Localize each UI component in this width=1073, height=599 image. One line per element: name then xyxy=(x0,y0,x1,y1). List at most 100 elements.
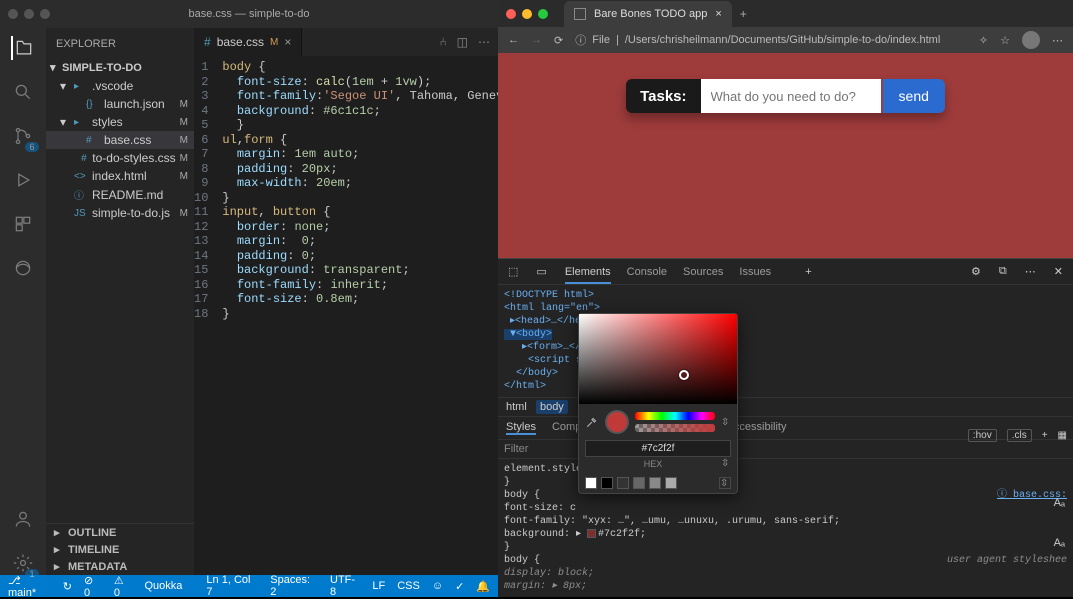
close-tab-icon[interactable]: × xyxy=(715,8,721,20)
chevron-up-down-icon[interactable]: ⇳ xyxy=(719,477,731,489)
run-debug-icon[interactable] xyxy=(11,168,35,192)
cls-toggle[interactable]: .cls xyxy=(1007,429,1032,442)
source-control-icon[interactable]: 6 xyxy=(11,124,35,148)
address-bar[interactable]: ⓘ File | /Users/chrisheilmann/Documents/… xyxy=(575,32,967,48)
prettier-icon[interactable]: ✓ xyxy=(455,580,464,593)
computed-box-icon[interactable]: ▦ xyxy=(1058,430,1067,441)
task-input[interactable] xyxy=(701,79,881,113)
color-mode-label: HEX xyxy=(644,459,663,469)
hex-input[interactable] xyxy=(585,440,731,457)
edge-tools-icon[interactable] xyxy=(11,256,35,280)
more-actions-icon[interactable]: ⋯ xyxy=(478,35,490,49)
profile-avatar[interactable] xyxy=(1022,31,1040,49)
extensions-icon[interactable] xyxy=(11,212,35,236)
chevron-up-down-icon[interactable]: ⇳ xyxy=(721,417,731,428)
devtools-tab[interactable]: Sources xyxy=(683,266,723,278)
chevron-up-down-icon[interactable]: ⇳ xyxy=(721,458,731,469)
font-editor-icon[interactable]: Aₐ xyxy=(1054,497,1065,509)
file-tree-item[interactable]: <>index.htmlM xyxy=(46,167,194,185)
favicon xyxy=(574,8,586,20)
new-style-rule-icon[interactable]: + xyxy=(1042,430,1048,441)
search-icon[interactable] xyxy=(11,80,35,104)
device-toggle-icon[interactable]: ▭ xyxy=(536,265,546,278)
browser-tab-title: Bare Bones TODO app xyxy=(594,8,707,20)
file-tree-item[interactable]: ▾▸.vscode xyxy=(46,77,194,95)
project-root[interactable]: ▾SIMPLE-TO-DO xyxy=(46,58,194,77)
editor-tab-base-css[interactable]: # base.css M × xyxy=(194,28,302,56)
forward-icon[interactable]: → xyxy=(531,34,542,46)
hov-toggle[interactable]: :hov xyxy=(968,429,997,442)
saturation-field[interactable] xyxy=(579,314,737,404)
code-editor[interactable]: 123456789101112131415161718 body { font-… xyxy=(194,56,498,575)
devtools-tab[interactable]: Console xyxy=(627,266,667,278)
inspect-icon[interactable]: ⬚ xyxy=(508,265,518,278)
encoding[interactable]: UTF-8 xyxy=(330,574,360,598)
file-tree-item[interactable]: #base.cssM xyxy=(46,131,194,149)
sync-icon[interactable]: ↻ xyxy=(63,580,72,593)
settings-gear-icon[interactable]: 1 xyxy=(11,551,35,575)
hue-slider[interactable] xyxy=(635,412,715,420)
new-tab-icon[interactable]: + xyxy=(740,7,747,21)
file-scheme-icon: ⓘ xyxy=(575,32,586,48)
sidebar-panel-header[interactable]: ▸METADATA xyxy=(46,558,194,575)
extensions-icon[interactable]: ✧ xyxy=(979,34,988,47)
explorer-heading: EXPLORER xyxy=(46,36,194,58)
cursor-position[interactable]: Ln 1, Col 7 xyxy=(206,574,258,598)
font-editor-icon[interactable]: Aₐ xyxy=(1054,537,1065,549)
browser-menu-icon[interactable]: ⋯ xyxy=(1052,34,1063,47)
account-icon[interactable] xyxy=(11,507,35,531)
color-swatch-icon[interactable] xyxy=(587,529,596,538)
devtools-tabbar: ⬚ ▭ Elements Console Sources Issues + ⚙ ⧉ ⋯… xyxy=(498,259,1073,285)
tasks-form: Tasks: send xyxy=(626,79,945,113)
scm-badge: 6 xyxy=(25,142,39,152)
tasks-label: Tasks: xyxy=(626,79,700,113)
alpha-slider[interactable] xyxy=(635,424,715,432)
warnings[interactable]: ⚠ 0 xyxy=(114,574,133,599)
devtools-tab[interactable]: Issues xyxy=(739,266,771,278)
vscode-titlebar: base.css — simple-to-do xyxy=(0,0,498,28)
sidebar-panel-header[interactable]: ▸OUTLINE xyxy=(46,524,194,541)
file-tree-item[interactable]: ▾▸stylesM xyxy=(46,113,194,131)
indent[interactable]: Spaces: 2 xyxy=(270,574,318,598)
tab-label: base.css xyxy=(217,35,264,49)
refresh-icon[interactable]: ⟳ xyxy=(554,34,563,47)
browser-tab[interactable]: Bare Bones TODO app × xyxy=(564,1,732,27)
color-picker[interactable]: ⇳ HEX ⇳ ⇳ xyxy=(578,313,738,494)
eol[interactable]: LF xyxy=(372,580,385,592)
feedback-icon[interactable]: ☺ xyxy=(432,580,443,592)
close-icon[interactable]: × xyxy=(284,35,291,49)
devtools-tab[interactable]: Elements xyxy=(565,266,611,284)
browser-traffic-lights[interactable] xyxy=(506,9,548,19)
current-color-swatch xyxy=(605,410,629,434)
compare-changes-icon[interactable]: ⑃ xyxy=(439,35,446,49)
window-traffic-lights[interactable] xyxy=(8,9,50,19)
new-tab-icon[interactable]: + xyxy=(805,266,811,278)
eyedropper-icon[interactable] xyxy=(585,415,599,429)
file-tree-item[interactable]: JSsimple-to-do.jsM xyxy=(46,204,194,222)
file-tree-item[interactable]: ⓘREADME.md xyxy=(46,185,194,204)
quokka[interactable]: Quokka xyxy=(145,580,183,592)
sidebar-panel-header[interactable]: ▸TIMELINE xyxy=(46,541,194,558)
explorer-icon[interactable] xyxy=(11,36,35,60)
file-tree-item[interactable]: {}launch.jsonM xyxy=(46,95,194,113)
styles-subtab[interactable]: Styles xyxy=(506,421,536,435)
swatch-palette[interactable]: ⇳ xyxy=(579,473,737,493)
devtools-close-icon[interactable]: ✕ xyxy=(1054,265,1063,278)
language[interactable]: CSS xyxy=(397,580,420,592)
file-tree-item[interactable]: #to-do-styles.cssM xyxy=(46,149,194,167)
devtools-settings-icon[interactable]: ⚙ xyxy=(971,265,981,278)
browser-window: Bare Bones TODO app × + ← → ⟳ ⓘ File | /… xyxy=(498,0,1073,597)
explorer-sidebar: EXPLORER ▾SIMPLE-TO-DO ▾▸.vscode{}launch… xyxy=(46,28,194,575)
devtools-menu-icon[interactable]: ⋯ xyxy=(1025,265,1036,278)
split-editor-icon[interactable]: ◫ xyxy=(457,35,468,49)
errors[interactable]: ⊘ 0 xyxy=(84,574,102,599)
status-bar: ⎇ main* ↻ ⊘ 0 ⚠ 0 Quokka Ln 1, Col 7 Spa… xyxy=(0,575,498,597)
bell-icon[interactable]: 🔔 xyxy=(476,580,490,593)
activity-bar: 6 1 xyxy=(0,28,46,575)
color-handle[interactable] xyxy=(679,370,689,380)
send-button[interactable]: send xyxy=(883,79,945,113)
favorites-icon[interactable]: ☆ xyxy=(1000,34,1010,47)
filter-input[interactable]: Filter xyxy=(504,443,528,455)
devtools-dock-icon[interactable]: ⧉ xyxy=(999,265,1007,278)
back-icon[interactable]: ← xyxy=(508,34,519,46)
